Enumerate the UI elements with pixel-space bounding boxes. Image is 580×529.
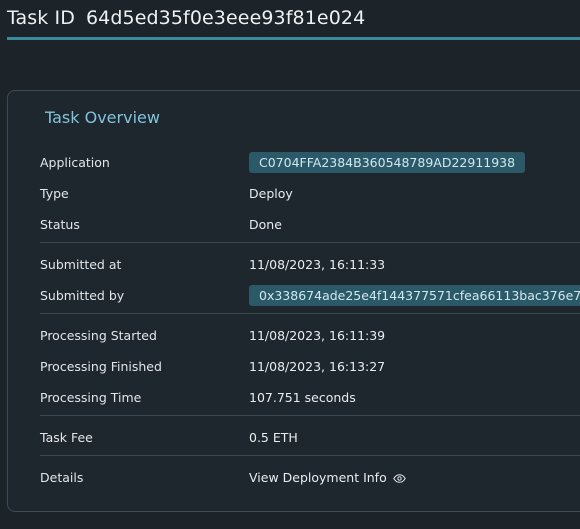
processing-started-label: Processing Started bbox=[40, 328, 157, 343]
page-header: Task ID 64d5ed35f0e3eee93f81e024 bbox=[0, 0, 580, 42]
processing-started-value: 11/08/2023, 16:11:39 bbox=[249, 328, 386, 343]
row-submitted-by: Submitted by 0x338674ade25e4f144377571cf… bbox=[40, 280, 580, 311]
submitted-at-label: Submitted at bbox=[40, 257, 122, 272]
submitted-by-badge[interactable]: 0x338674ade25e4f144377571cfea66113bac376… bbox=[249, 285, 580, 306]
status-value: Done bbox=[249, 217, 282, 232]
view-deployment-info-label: View Deployment Info bbox=[249, 470, 387, 485]
processing-finished-value: 11/08/2023, 16:13:27 bbox=[249, 359, 386, 374]
card-title: Task Overview bbox=[45, 108, 160, 127]
view-deployment-info-link[interactable]: View Deployment Info bbox=[249, 462, 406, 494]
page-title: Task ID 64d5ed35f0e3eee93f81e024 bbox=[7, 7, 365, 29]
processing-time-label: Processing Time bbox=[40, 390, 142, 405]
details-label: Details bbox=[40, 470, 84, 485]
divider bbox=[40, 242, 580, 243]
row-status: Status Done bbox=[40, 209, 580, 240]
row-task-fee: Task Fee 0.5 ETH bbox=[40, 422, 580, 453]
task-id-label: Task ID bbox=[7, 7, 75, 29]
row-type: Type Deploy bbox=[40, 178, 580, 209]
divider bbox=[40, 415, 580, 416]
eye-icon[interactable] bbox=[392, 463, 406, 494]
application-badge[interactable]: C0704FFA2384B360548789AD22911938 bbox=[249, 152, 526, 173]
row-processing-finished: Processing Finished 11/08/2023, 16:13:27 bbox=[40, 351, 580, 382]
row-application: Application C0704FFA2384B360548789AD2291… bbox=[40, 147, 580, 178]
task-fee-value: 0.5 ETH bbox=[249, 430, 298, 445]
divider bbox=[40, 455, 580, 456]
row-submitted-at: Submitted at 11/08/2023, 16:11:33 bbox=[40, 249, 580, 280]
task-id-value: 64d5ed35f0e3eee93f81e024 bbox=[85, 7, 366, 29]
status-label: Status bbox=[40, 217, 80, 232]
row-details: Details View Deployment Info bbox=[40, 462, 580, 493]
task-overview-card: Task Overview Application C0704FFA2384B3… bbox=[7, 90, 580, 512]
type-value: Deploy bbox=[249, 186, 293, 201]
task-fee-label: Task Fee bbox=[40, 430, 93, 445]
row-processing-started: Processing Started 11/08/2023, 16:11:39 bbox=[40, 320, 580, 351]
application-label: Application bbox=[40, 155, 110, 170]
type-label: Type bbox=[40, 186, 69, 201]
header-underline bbox=[7, 37, 580, 40]
submitted-at-value: 11/08/2023, 16:11:33 bbox=[249, 257, 386, 272]
processing-finished-label: Processing Finished bbox=[40, 359, 162, 374]
processing-time-value: 107.751 seconds bbox=[249, 390, 356, 405]
divider bbox=[40, 313, 580, 314]
submitted-by-label: Submitted by bbox=[40, 288, 125, 303]
row-processing-time: Processing Time 107.751 seconds bbox=[40, 382, 580, 413]
